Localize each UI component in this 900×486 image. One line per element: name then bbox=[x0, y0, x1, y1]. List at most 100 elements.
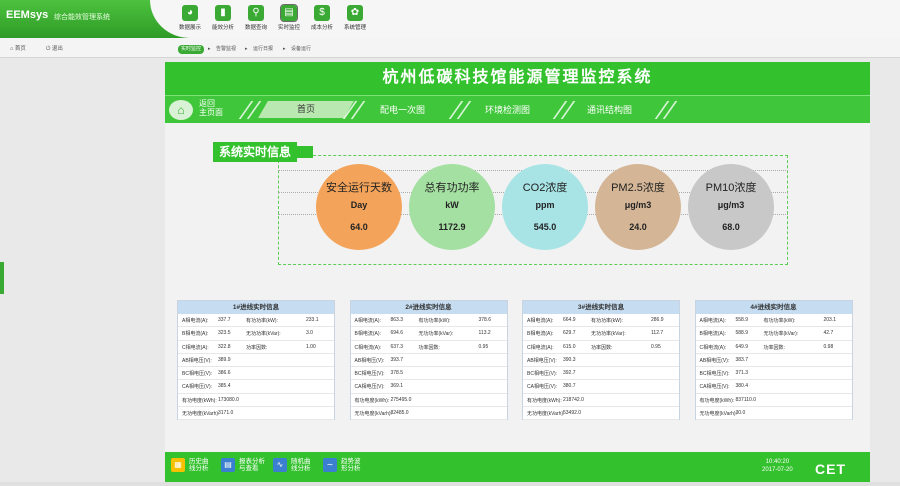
home-link[interactable]: ⌂ 首页 bbox=[10, 44, 26, 52]
separator-icon: ▸ bbox=[283, 46, 286, 52]
cell-value: 380.4 bbox=[735, 383, 749, 390]
table-row: BC相电压(V): 371.3 bbox=[695, 367, 852, 381]
table-row: BC相电压(V): 378.5 bbox=[350, 367, 507, 381]
nav-environment-tab[interactable]: 环境检测图 bbox=[485, 103, 530, 116]
cell-label: B相电流(A): bbox=[699, 331, 726, 338]
cell-label: AB相电压(V): bbox=[182, 357, 212, 364]
cell-value: 42.7 bbox=[823, 330, 834, 337]
table-row: CA相电压(V): 369.1 bbox=[350, 380, 507, 394]
cell-value: 0.95 bbox=[651, 343, 661, 350]
topnav-pie-chart[interactable]: ◕ 数据展示 bbox=[172, 5, 208, 31]
cell-label: B相电流(A): bbox=[182, 331, 209, 338]
cell-label: 无功电度(kVarh): bbox=[527, 411, 565, 418]
realtime-title: 系统实时信息 bbox=[213, 142, 314, 162]
status-bar bbox=[0, 482, 900, 486]
back-line1: 返回 bbox=[199, 99, 215, 108]
metric-name: 安全运行天数 bbox=[326, 182, 392, 194]
topnav-label: 成本分析 bbox=[310, 25, 333, 31]
feeder-card: 3#进线实时信息 A相电流(A): 664.9 有功功率(kW): 286.9 B相电流(… bbox=[522, 300, 680, 421]
table-row: 无功电度(kVarh): 82485.0 bbox=[350, 407, 507, 421]
bottom-button-0[interactable]: ▦ 历史曲 线分析 bbox=[171, 458, 209, 472]
logout-link[interactable]: ⏻ 退出 bbox=[46, 44, 63, 53]
clock: 10:40:20 2017-07-20 bbox=[762, 458, 793, 474]
cell-value: 380.7 bbox=[563, 383, 576, 390]
topnav-label: 数据展示 bbox=[178, 25, 201, 31]
card-title: 1#进线实时信息 bbox=[178, 301, 334, 314]
cell-value: 203.1 bbox=[823, 317, 837, 323]
cell-label: AB相电压(V): bbox=[699, 357, 730, 364]
cell-label: 功率因数: bbox=[418, 344, 440, 351]
nav-comm-structure-tab[interactable]: 通讯结构图 bbox=[587, 103, 632, 116]
metric-value: 64.0 bbox=[350, 222, 368, 232]
bottom-button-label: 形分析 bbox=[341, 465, 361, 472]
cell-value: 588.9 bbox=[735, 330, 749, 337]
subtab-3[interactable]: 设备运行 bbox=[288, 45, 314, 54]
logout-label: 退出 bbox=[51, 46, 63, 52]
table-row: A相电流(A): 558.9 有功功率(kW): 203.1 bbox=[695, 314, 852, 328]
cell-value: 173080.0 bbox=[218, 396, 239, 403]
cell-label: 无功电度(kVarh): bbox=[699, 411, 737, 418]
cell-label: 无功功率(kVar): bbox=[591, 331, 626, 338]
table-row: B相电流(A): 588.9 无功功率(kVar): 42.7 bbox=[695, 327, 852, 341]
sidebar-toggle[interactable] bbox=[0, 262, 4, 294]
cell-value: 378.5 bbox=[390, 370, 404, 377]
cell-value: 558.9 bbox=[735, 317, 749, 323]
subtab-2[interactable]: 运行日报 bbox=[250, 45, 276, 54]
bar-chart-icon: ▮ bbox=[215, 5, 231, 21]
topnav-gear[interactable]: ✿ 系统管理 bbox=[337, 5, 373, 31]
cell-value: 369.1 bbox=[390, 383, 404, 390]
bottom-button-2[interactable]: ∿ 随机曲 线分析 bbox=[273, 458, 311, 472]
cell-label: 功率因数: bbox=[246, 344, 268, 351]
table-row: AB相电压(V): 390.3 bbox=[523, 354, 679, 368]
cell-value: 371.3 bbox=[735, 370, 749, 377]
cell-value: 82485.0 bbox=[390, 410, 409, 417]
wave-icon: ∼ bbox=[323, 458, 337, 472]
topnav-bar-chart[interactable]: ▮ 能效分析 bbox=[205, 5, 241, 31]
cell-label: AB相电压(V): bbox=[527, 357, 557, 364]
cell-label: 有功电度(kWh): bbox=[182, 397, 217, 404]
metric-unit: μg/m3 bbox=[624, 200, 652, 210]
subtab-1[interactable]: 告警监视 bbox=[213, 45, 239, 54]
cell-value: 112.7 bbox=[651, 330, 664, 337]
back-to-main-button[interactable]: 返回 主页面 bbox=[199, 99, 223, 117]
bottom-button-3[interactable]: ∼ 趋势波 形分析 bbox=[323, 458, 361, 472]
topnav-search[interactable]: ⚲ 数据查询 bbox=[238, 5, 274, 31]
nav-home-tab[interactable]: 首页 bbox=[258, 101, 354, 118]
cell-label: BC相电压(V): bbox=[354, 371, 385, 378]
cell-value: 390.3 bbox=[563, 356, 576, 363]
cell-label: BC相电压(V): bbox=[182, 371, 213, 378]
cell-value: 385.4 bbox=[218, 383, 231, 390]
cell-value: 218742.0 bbox=[563, 396, 584, 403]
topnav-money[interactable]: $ 成本分析 bbox=[304, 5, 340, 31]
card-title: 3#进线实时信息 bbox=[523, 301, 679, 314]
cell-label: B相电流(A): bbox=[354, 331, 381, 338]
cell-label: 功率因数: bbox=[591, 344, 613, 351]
cell-label: 有功功率(kW): bbox=[418, 318, 451, 324]
bottom-button-1[interactable]: ▤ 报表分析 与查看 bbox=[221, 458, 265, 472]
table-row: 有功电度(kWh): 173080.0 bbox=[178, 394, 334, 408]
separator-icon: ▸ bbox=[208, 46, 211, 52]
nav-power-diagram-tab[interactable]: 配电一次图 bbox=[380, 103, 425, 116]
subtab-0[interactable]: 实时监控 bbox=[178, 45, 205, 54]
cell-label: CA相电压(V): bbox=[354, 384, 385, 391]
bottom-button-label: 随机曲 bbox=[291, 458, 311, 465]
report-icon: ▤ bbox=[221, 458, 235, 472]
topnav-monitor[interactable]: ▤ 实时监控 bbox=[271, 4, 307, 31]
cell-label: C相电流(A): bbox=[699, 344, 727, 351]
metric-value: 1172.9 bbox=[438, 222, 466, 232]
divider-icon bbox=[654, 101, 678, 119]
home-icon[interactable]: ⌂ bbox=[169, 100, 193, 120]
monitor-panel: 杭州低碳科技馆能源管理监控系统 ⌂ 返回 主页面 首页 配电一次图 环境检测图 通… bbox=[165, 62, 870, 482]
cell-value: 389.9 bbox=[218, 356, 231, 363]
cell-value: 30.0 bbox=[735, 410, 746, 417]
card-title: 4#进线实时信息 bbox=[695, 301, 852, 314]
table-row: B相电流(A): 694.6 无功功率(kVar): 113.2 bbox=[350, 327, 507, 341]
table-row: AB相电压(V): 393.7 bbox=[350, 354, 507, 368]
cell-value: 664.9 bbox=[563, 317, 576, 323]
cell-label: 无功功率(kVar): bbox=[763, 331, 799, 338]
metric-circle: CO2浓度 ppm 545.0 bbox=[502, 164, 588, 250]
money-icon: $ bbox=[314, 5, 330, 21]
cell-label: CA相电压(V): bbox=[527, 384, 558, 391]
metric-value: 68.0 bbox=[722, 222, 740, 232]
metric-circle: PM2.5浓度 μg/m3 24.0 bbox=[595, 164, 681, 250]
